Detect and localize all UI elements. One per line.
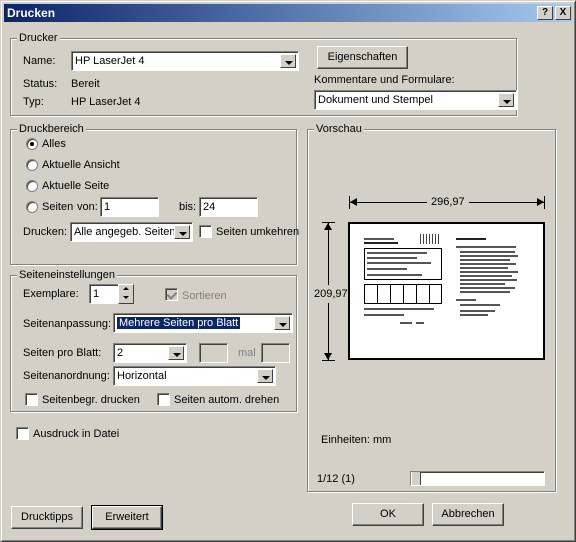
collate-label: Sortieren bbox=[182, 290, 227, 302]
radio-all-label[interactable]: Alles bbox=[42, 137, 66, 151]
reverse-pages-checkbox[interactable] bbox=[199, 225, 212, 238]
form-table bbox=[364, 284, 442, 304]
comments-value: Dokument und Stempel bbox=[318, 94, 433, 106]
width-arrow-right-icon bbox=[537, 198, 544, 206]
radio-all[interactable] bbox=[26, 138, 38, 150]
radio-current-page[interactable] bbox=[26, 180, 38, 192]
page-borders-label[interactable]: Seitenbegr. drucken bbox=[42, 393, 140, 407]
scaling-label: Seitenanpassung: bbox=[23, 318, 112, 330]
width-arrow-left-icon bbox=[350, 198, 357, 206]
print-dialog: Drucken ? X Drucker Name: HP LaserJet 4 … bbox=[0, 0, 576, 542]
advanced-button[interactable]: Erweitert bbox=[91, 505, 163, 530]
print-subset-select[interactable]: Alle angegeb. Seiten bbox=[70, 222, 193, 242]
pages-per-sheet-select[interactable]: 2 bbox=[113, 343, 187, 363]
pages-columns-input bbox=[199, 343, 228, 363]
page-borders-checkbox[interactable] bbox=[25, 393, 38, 406]
page-order-value: Horizontal bbox=[117, 370, 167, 382]
copies-label: Exemplare: bbox=[23, 288, 79, 300]
window-title: Drucken bbox=[7, 6, 56, 20]
properties-button[interactable]: Eigenschaften bbox=[317, 46, 408, 69]
cancel-button[interactable]: Abbrechen bbox=[432, 503, 504, 526]
printer-name-label: Name: bbox=[23, 55, 56, 67]
title-bar[interactable]: Drucken ? X bbox=[4, 4, 572, 22]
spinner-down-icon[interactable] bbox=[119, 294, 133, 303]
pages-per-sheet-value: 2 bbox=[117, 347, 124, 359]
preview-width: 296,97 bbox=[427, 195, 469, 209]
pages-rows-input bbox=[261, 343, 290, 363]
radio-current-view-label[interactable]: Aktuelle Ansicht bbox=[42, 158, 120, 172]
status-value: Bereit bbox=[71, 78, 100, 90]
barcode-icon bbox=[420, 234, 440, 244]
ok-button[interactable]: OK bbox=[352, 503, 424, 526]
page-counter: 1/12 (1) bbox=[317, 473, 355, 485]
auto-rotate-label[interactable]: Seiten autom. drehen bbox=[174, 393, 279, 407]
type-label: Typ: bbox=[23, 96, 44, 108]
print-subset-value: Alle angegeb. Seiten bbox=[74, 226, 176, 238]
print-subset-label: Drucken: bbox=[23, 226, 68, 238]
comments-select[interactable]: Dokument und Stempel bbox=[314, 90, 517, 110]
to-input[interactable]: 24 bbox=[199, 197, 258, 217]
height-tick-top bbox=[322, 222, 335, 223]
spinner-up-icon[interactable] bbox=[119, 285, 133, 294]
copies-spinner[interactable] bbox=[118, 284, 134, 304]
preview-page-thumbnail bbox=[348, 222, 545, 360]
auto-rotate-checkbox[interactable] bbox=[157, 393, 170, 406]
scaling-value: Mehrere Seiten pro Blatt bbox=[117, 317, 241, 329]
copies-input[interactable]: 1 bbox=[89, 284, 119, 304]
cancel-label: Abbrechen bbox=[441, 508, 495, 520]
advanced-label: Erweitert bbox=[105, 511, 149, 523]
reverse-pages-label[interactable]: Seiten umkehren bbox=[216, 225, 299, 239]
close-button[interactable]: X bbox=[555, 6, 571, 20]
page-setup-legend: Seiteneinstellungen bbox=[17, 269, 118, 281]
status-label: Status: bbox=[23, 78, 58, 90]
printer-name-dropdown-icon[interactable] bbox=[280, 54, 296, 68]
units-label: Einheiten: mm bbox=[321, 434, 392, 446]
height-tick-bottom bbox=[322, 360, 335, 361]
width-tick-left bbox=[349, 196, 350, 209]
page-order-label: Seitenanordnung: bbox=[23, 370, 110, 382]
preview-legend: Vorschau bbox=[314, 123, 364, 135]
print-range-legend: Druckbereich bbox=[17, 123, 86, 135]
page-slider-thumb[interactable] bbox=[411, 472, 421, 485]
comments-label: Kommentare und Formulare: bbox=[314, 74, 455, 86]
width-tick-right bbox=[544, 196, 545, 209]
help-button[interactable]: ? bbox=[537, 6, 553, 20]
page-order-dropdown-icon[interactable] bbox=[257, 369, 273, 383]
pages-per-sheet-dropdown-icon[interactable] bbox=[168, 346, 184, 360]
pages-per-sheet-label: Seiten pro Blatt: bbox=[23, 347, 102, 359]
radio-current-page-label[interactable]: Aktuelle Seite bbox=[42, 179, 109, 193]
to-label: bis: bbox=[179, 201, 197, 213]
from-input[interactable]: 1 bbox=[100, 197, 159, 217]
print-tips-label: Drucktipps bbox=[21, 511, 73, 523]
comments-dropdown-icon[interactable] bbox=[498, 93, 514, 107]
ok-label: OK bbox=[380, 508, 396, 520]
page-order-select[interactable]: Horizontal bbox=[113, 366, 276, 386]
radio-pages[interactable] bbox=[26, 201, 38, 213]
radio-current-view[interactable] bbox=[26, 159, 38, 171]
type-value: HP LaserJet 4 bbox=[71, 96, 141, 108]
print-subset-dropdown-icon[interactable] bbox=[174, 225, 190, 239]
print-to-file-checkbox[interactable] bbox=[16, 427, 29, 440]
printer-name-select[interactable]: HP LaserJet 4 bbox=[71, 51, 299, 71]
height-arrow-down-icon bbox=[324, 353, 332, 360]
from-label: von: bbox=[77, 201, 98, 213]
collate-checkbox bbox=[165, 288, 178, 301]
times-label: mal bbox=[238, 347, 256, 359]
page-slider-track[interactable] bbox=[410, 471, 545, 486]
height-arrow-up-icon bbox=[324, 223, 332, 230]
scaling-dropdown-icon[interactable] bbox=[274, 316, 290, 330]
print-tips-button[interactable]: Drucktipps bbox=[11, 506, 83, 529]
radio-pages-label[interactable]: Seiten bbox=[42, 200, 73, 214]
preview-height: 209,97 bbox=[314, 285, 348, 303]
printer-legend: Drucker bbox=[17, 32, 60, 44]
scaling-select[interactable]: Mehrere Seiten pro Blatt bbox=[113, 313, 293, 333]
print-to-file-label[interactable]: Ausdruck in Datei bbox=[33, 427, 119, 441]
printer-name-value: HP LaserJet 4 bbox=[75, 55, 145, 67]
